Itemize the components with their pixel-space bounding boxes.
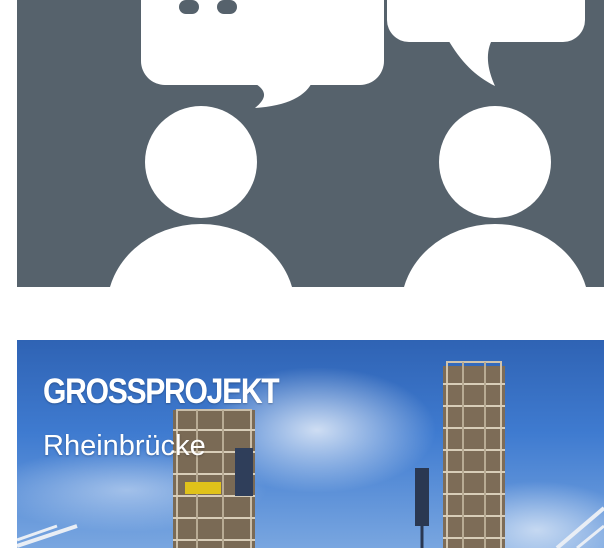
person-left-icon [110,106,292,287]
person-right-icon [404,106,586,287]
right-pylon-scaffolding [415,361,505,548]
project-tile[interactable]: GROSSPROJEKT Rheinbrücke [17,340,604,548]
bridge-cables [17,506,604,548]
community-chat-icon [110,0,586,287]
speech-bubble-left-icon [141,0,384,108]
speech-bubble-right-icon [387,0,585,86]
project-title: GROSSPROJEKT [43,372,280,411]
community-tile[interactable] [17,0,604,287]
project-subtitle: Rheinbrücke [43,430,206,462]
